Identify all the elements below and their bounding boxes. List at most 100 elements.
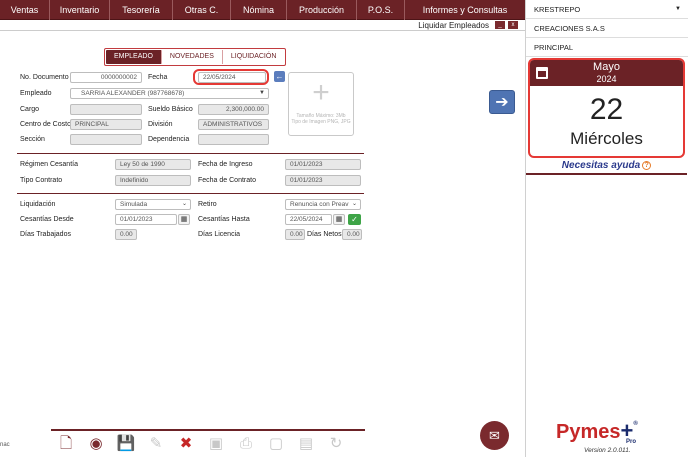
calendar-icon[interactable]: ▦ [178,214,190,225]
empleado-value: SARRIA ALEXANDER (987768678) [81,90,185,97]
fecha-label: Fecha [148,74,168,81]
calendar-widget: Mayo 2024 22 Miércoles [528,58,685,158]
user-select[interactable]: KRESTREPO ▼ [526,0,688,19]
fecha-highlight [193,69,269,85]
liq-value: Simulada [120,201,148,208]
tab-liquidacion[interactable]: LIQUIDACIÓN [223,50,285,64]
desde-field[interactable]: 01/01/2023 [115,214,177,225]
trab-field[interactable]: 0.00 [115,229,137,240]
calendar-day: 22 [589,93,624,126]
chat-icon[interactable]: ✉ [480,421,509,450]
registered-icon: ® [633,421,638,427]
netos-label: Días Netos [307,231,342,238]
dependencia-label: Dependencia [148,136,190,143]
menu-nomina[interactable]: Nómina [231,0,287,20]
edit-icon[interactable]: ✎ [141,432,171,456]
check-icon[interactable]: ✓ [348,214,361,225]
chevron-down-icon: ▼ [259,90,265,96]
cargo-label: Cargo [20,106,40,113]
new-document-icon[interactable]: 🗋 [51,432,81,456]
tipo-label: Tipo Contrato [20,177,63,184]
employee-photo-upload[interactable]: + Tamaño Máximo: 3Mb Tipo de Imagen PNG,… [288,72,354,136]
section-divider [17,153,364,154]
right-panel: KRESTREPO ▼ CREACIONES S.A.S PRINCIPAL M… [525,0,688,457]
left-fragment: nac [0,442,10,448]
ingreso-label: Fecha de Ingreso [198,161,253,168]
menu-inventario[interactable]: Inventario [50,0,110,20]
menu-produccion[interactable]: Producción [287,0,357,20]
fcontrato-label: Fecha de Contrato [198,177,256,184]
doc-number-field[interactable]: 0000000002 [70,72,142,83]
cargo-field[interactable] [70,104,142,115]
centro-label: Centro de Costo [20,121,71,128]
chevron-down-icon: ⌄ [181,201,187,207]
division-label: División [148,121,173,128]
liq-label: Liquidación [20,201,56,208]
netos-field[interactable]: 0.00 [342,229,362,240]
retiro-label: Retiro [198,201,217,208]
retiro-select[interactable]: Renuncia con Preav ⌄ [285,199,361,210]
minimize-button[interactable]: _ [495,21,505,29]
section-divider [17,193,364,194]
division-field[interactable]: ADMINISTRATIVOS [198,119,269,130]
refresh-icon[interactable]: ↻ [321,432,351,456]
menu-otras[interactable]: Otras C. [173,0,231,20]
calendar-icon [536,67,548,79]
regimen-field[interactable]: Ley 50 de 1990 [115,159,191,170]
pdf-icon[interactable]: ▤ [291,432,321,456]
sueldo-field[interactable]: 2,300,000.00 [198,104,269,115]
logo-text: Pymes [556,421,621,443]
image-caption: Tamaño Máximo: 3Mb Tipo de Imagen PNG, J… [291,113,351,125]
calendar-month: Mayo [593,61,620,73]
form-tabs: EMPLEADO NOVEDADES LIQUIDACIÓN [104,48,287,66]
version-text: Version 2.0.011. [584,447,631,454]
plus-icon: + [312,76,330,109]
help-text: Necesitas ayuda [561,160,641,171]
app-window: Ventas Inventario Tesorería Otras C. Nóm… [0,0,688,457]
sueldo-label: Sueldo Básico [148,106,193,113]
empleado-label: Empleado [20,90,52,97]
main-menubar: Ventas Inventario Tesorería Otras C. Nóm… [0,0,525,20]
calendar-header: Mayo 2024 [530,60,683,86]
back-arrow-icon[interactable]: ← [274,71,285,82]
retiro-value: Renuncia con Preav [290,201,349,208]
user-value: KRESTREPO [534,5,581,14]
chevron-down-icon: ⌄ [351,201,357,207]
dependencia-field[interactable] [198,134,269,145]
desde-label: Cesantías Desde [20,216,74,223]
window-title: Liquidar Empleados [418,21,489,30]
text-icon[interactable]: ▣ [201,432,231,456]
hasta-field[interactable]: 22/05/2024 [285,214,332,225]
menu-tesoreria[interactable]: Tesorería [110,0,173,20]
excel-icon[interactable]: ▢ [261,432,291,456]
ingreso-field[interactable]: 01/01/2023 [285,159,361,170]
lic-field[interactable]: 0.00 [285,229,305,240]
centro-field[interactable]: PRINCIPAL [70,119,142,130]
close-button[interactable]: x [508,21,518,29]
next-arrow-icon[interactable]: ➔ [489,90,515,114]
print-icon[interactable]: ⎙ [231,432,261,456]
binoculars-icon[interactable]: ◉ [81,432,111,456]
menu-informes[interactable]: Informes y Consultas [405,0,525,20]
help-link[interactable]: Necesitas ayuda? [526,160,687,175]
menu-ventas[interactable]: Ventas [0,0,50,20]
empleado-select[interactable]: SARRIA ALEXANDER (987768678) ▼ [70,88,269,99]
fcontrato-field[interactable]: 01/01/2023 [285,175,361,186]
seccion-label: Sección [20,136,45,143]
liq-select[interactable]: Simulada ⌄ [115,199,191,210]
calendar-year: 2024 [596,74,617,84]
delete-icon[interactable]: ✖ [171,432,201,456]
tab-empleado[interactable]: EMPLEADO [106,50,162,64]
save-icon[interactable]: 💾 [111,432,141,456]
seccion-field[interactable] [70,134,142,145]
calendar-icon[interactable]: ▦ [333,214,345,225]
calendar-weekday: Miércoles [570,129,643,148]
bottom-toolbar: 🗋 ◉ 💾 ✎ ✖ ▣ ⎙ ▢ ▤ ↻ [51,429,365,457]
menu-pos[interactable]: P.O.S. [357,0,405,20]
tipo-field[interactable]: Indefinido [115,175,191,186]
regimen-label: Régimen Cesantía [20,161,78,168]
trab-label: Días Trabajados [20,231,71,238]
hasta-label: Cesantías Hasta [198,216,250,223]
tab-novedades[interactable]: NOVEDADES [162,50,223,64]
doc-label: No. Documento [20,74,69,81]
